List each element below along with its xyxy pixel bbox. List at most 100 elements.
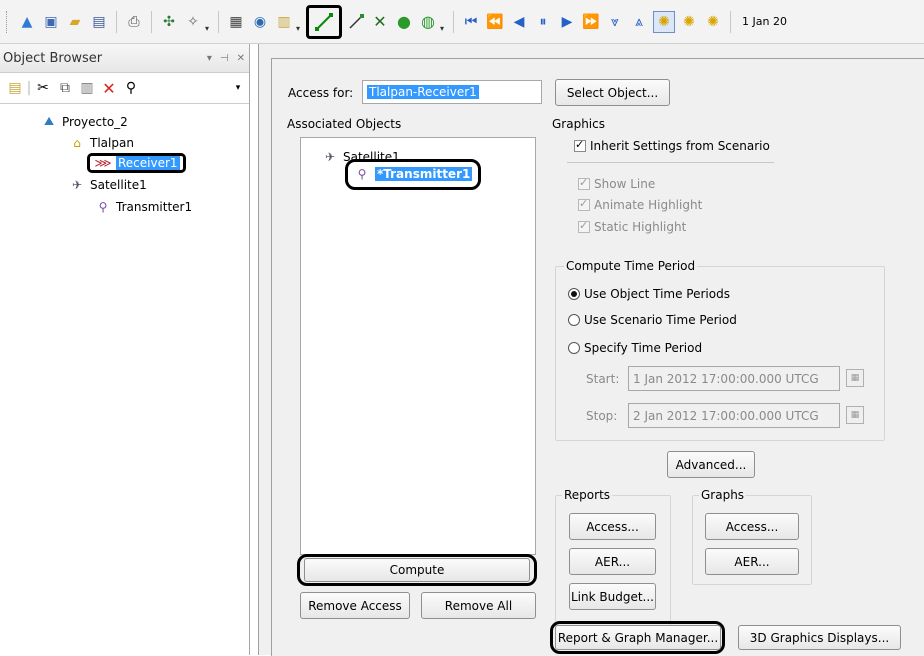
inherit-settings-label: Inherit Settings from Scenario (590, 139, 770, 153)
reports-aer-button[interactable]: AER... (569, 548, 656, 575)
reports-access-button[interactable]: Access... (569, 513, 656, 540)
pause-icon[interactable]: ⏸ (533, 12, 553, 32)
chevron-down-icon[interactable]: ▾ (296, 11, 302, 33)
decrease-step-icon[interactable]: ⩔ (605, 12, 625, 32)
chevron-down-icon[interactable]: ▾ (207, 53, 212, 64)
paste-icon[interactable]: ▥ (76, 78, 98, 98)
toolbar-grip[interactable] (6, 10, 11, 33)
start-time-value: 1 Jan 2012 17:00:00.000 UTCG (633, 371, 819, 386)
tree-node-transmitter[interactable]: ⚲ Transmitter1 (94, 200, 193, 214)
animate-highlight-checkbox[interactable]: Animate Highlight (578, 197, 702, 212)
associated-objects-list[interactable]: ✈ Satellite1 ⚲ *Transmitter1 (300, 137, 536, 555)
calendar-icon[interactable]: ▦ (846, 406, 864, 424)
close-icon[interactable]: ✕ (237, 53, 245, 64)
tree-node-receiver[interactable]: ⋙ Receiver1 (87, 153, 186, 173)
graphics-group-title: Graphics (552, 117, 605, 131)
radio-icon (568, 342, 580, 354)
radio-icon (568, 288, 580, 300)
graphs-access-button[interactable]: Access... (705, 513, 799, 540)
window-icon[interactable]: ▣ (41, 12, 61, 32)
globe-icon[interactable]: ◉ (250, 12, 270, 32)
tree-node-scenario[interactable]: ⛰ Proyecto_2 (40, 114, 128, 129)
chevron-down-icon[interactable]: ▾ (205, 11, 211, 33)
show-line-checkbox[interactable]: Show Line (578, 176, 656, 191)
scenario-icon: ⛰ (43, 114, 55, 128)
toolbar-separator (218, 10, 219, 33)
delete-icon[interactable]: ✕ (98, 78, 120, 98)
access-button-highlighted[interactable] (306, 4, 342, 39)
calendar-icon[interactable]: ▦ (846, 369, 864, 387)
play-icon[interactable]: ▶ (557, 12, 577, 32)
new-icon[interactable]: ▤ (4, 78, 26, 98)
show-line-label: Show Line (594, 177, 656, 191)
chevron-down-icon[interactable]: ▾ (440, 11, 446, 33)
open-folder-icon[interactable]: ▰ (65, 12, 85, 32)
clock-icon[interactable]: ✺ (679, 12, 699, 32)
advanced-button[interactable]: Advanced... (667, 451, 755, 478)
scenario-tools-icon[interactable]: ✣ (159, 12, 179, 32)
html-icon[interactable]: ▦ (226, 12, 246, 32)
specify-time-period-radio[interactable]: Specify Time Period (568, 341, 702, 355)
specify-time-period-label: Specify Time Period (584, 341, 703, 355)
wizard-icon[interactable]: ✧ (183, 12, 203, 32)
remove-access-button[interactable]: Remove Access (300, 592, 410, 619)
graphs-group: Graphs Access... AER... (692, 488, 812, 585)
chevron-down-icon[interactable]: ▾ (227, 78, 249, 98)
tree-node-label: Transmitter1 (116, 200, 193, 214)
satellite-icon: ✈ (324, 150, 336, 164)
access-icon (315, 12, 333, 31)
clock2-icon[interactable]: ✺ (703, 12, 723, 32)
report-graph-manager-button[interactable]: Report & Graph Manager... (555, 625, 721, 650)
graphics-divider (567, 162, 774, 163)
stop-time-field[interactable]: 2 Jan 2012 17:00:00.000 UTCG (628, 403, 840, 428)
stop-time-value: 2 Jan 2012 17:00:00.000 UTCG (633, 408, 819, 423)
binoculars-icon[interactable]: ⚲ (120, 78, 142, 98)
access-dialog: Access for: Tlalpan-Receiver1 Select Obj… (258, 44, 924, 656)
save-icon[interactable]: ▤ (89, 12, 109, 32)
map-icon[interactable]: ▲ (17, 12, 37, 32)
receiver-icon: ⋙ (94, 156, 112, 170)
step-back-icon[interactable]: ⏪ (485, 12, 505, 32)
object-browser-titlebar: Object Browser ▾ ⊣ ✕ (0, 44, 249, 73)
copy-icon[interactable]: ⧉ (54, 78, 76, 98)
tree-node-label: Tlalpan (90, 136, 134, 150)
access-for-field[interactable]: Tlalpan-Receiver1 (362, 80, 542, 104)
increase-step-icon[interactable]: ⩓ (629, 12, 649, 32)
object-browser-toolbar: ▤ | ✂ ⧉ ▥ ✕ ⚲ ▾ (0, 73, 249, 104)
reset-icon[interactable]: ⏮ (461, 12, 481, 32)
realtime-icon[interactable]: ✺ (653, 10, 675, 33)
report-icon[interactable]: ▥ (274, 12, 294, 32)
cut-icon[interactable]: ✂ (32, 78, 54, 98)
toolbar-separator (730, 10, 731, 33)
print-icon[interactable]: ⎙ (124, 12, 144, 32)
select-object-button[interactable]: Select Object... (555, 79, 670, 106)
associated-objects-label: Associated Objects (287, 117, 402, 131)
3d-graphics-displays-button[interactable]: 3D Graphics Displays... (738, 625, 901, 650)
link-icon[interactable] (346, 12, 366, 32)
zoom-icon[interactable]: ◍ (418, 12, 438, 32)
link-budget-button[interactable]: Link Budget... (569, 583, 656, 610)
toolbar-separator (151, 10, 152, 33)
stop-label: Stop: (586, 409, 618, 423)
toolbar-separator (116, 10, 117, 33)
assoc-node-label: *Transmitter1 (375, 167, 473, 181)
assoc-node-transmitter[interactable]: ⚲ *Transmitter1 (353, 167, 473, 181)
static-highlight-checkbox[interactable]: Static Highlight (578, 219, 686, 234)
reports-title: Reports (562, 488, 613, 502)
tree-node-facility[interactable]: ⌂ Tlalpan (68, 136, 134, 150)
access-for-value: Tlalpan-Receiver1 (367, 85, 479, 99)
inherit-settings-checkbox[interactable]: Inherit Settings from Scenario (574, 138, 770, 153)
pin-icon[interactable]: ⊣ (220, 53, 229, 64)
start-time-field[interactable]: 1 Jan 2012 17:00:00.000 UTCG (628, 366, 840, 391)
use-object-time-periods-radio[interactable]: Use Object Time Periods (568, 287, 730, 301)
step-forward-icon[interactable]: ⏩ (581, 12, 601, 32)
use-scenario-time-period-radio[interactable]: Use Scenario Time Period (568, 313, 737, 327)
tree-node-satellite[interactable]: ✈ Satellite1 (68, 178, 147, 192)
green-globe-icon[interactable]: ● (394, 12, 414, 32)
tools-icon[interactable]: ✕ (370, 12, 390, 32)
facility-icon: ⌂ (73, 136, 81, 150)
remove-all-button[interactable]: Remove All (421, 592, 536, 619)
graphs-aer-button[interactable]: AER... (705, 548, 799, 575)
reverse-icon[interactable]: ◀ (509, 12, 529, 32)
compute-button[interactable]: Compute (304, 558, 530, 582)
